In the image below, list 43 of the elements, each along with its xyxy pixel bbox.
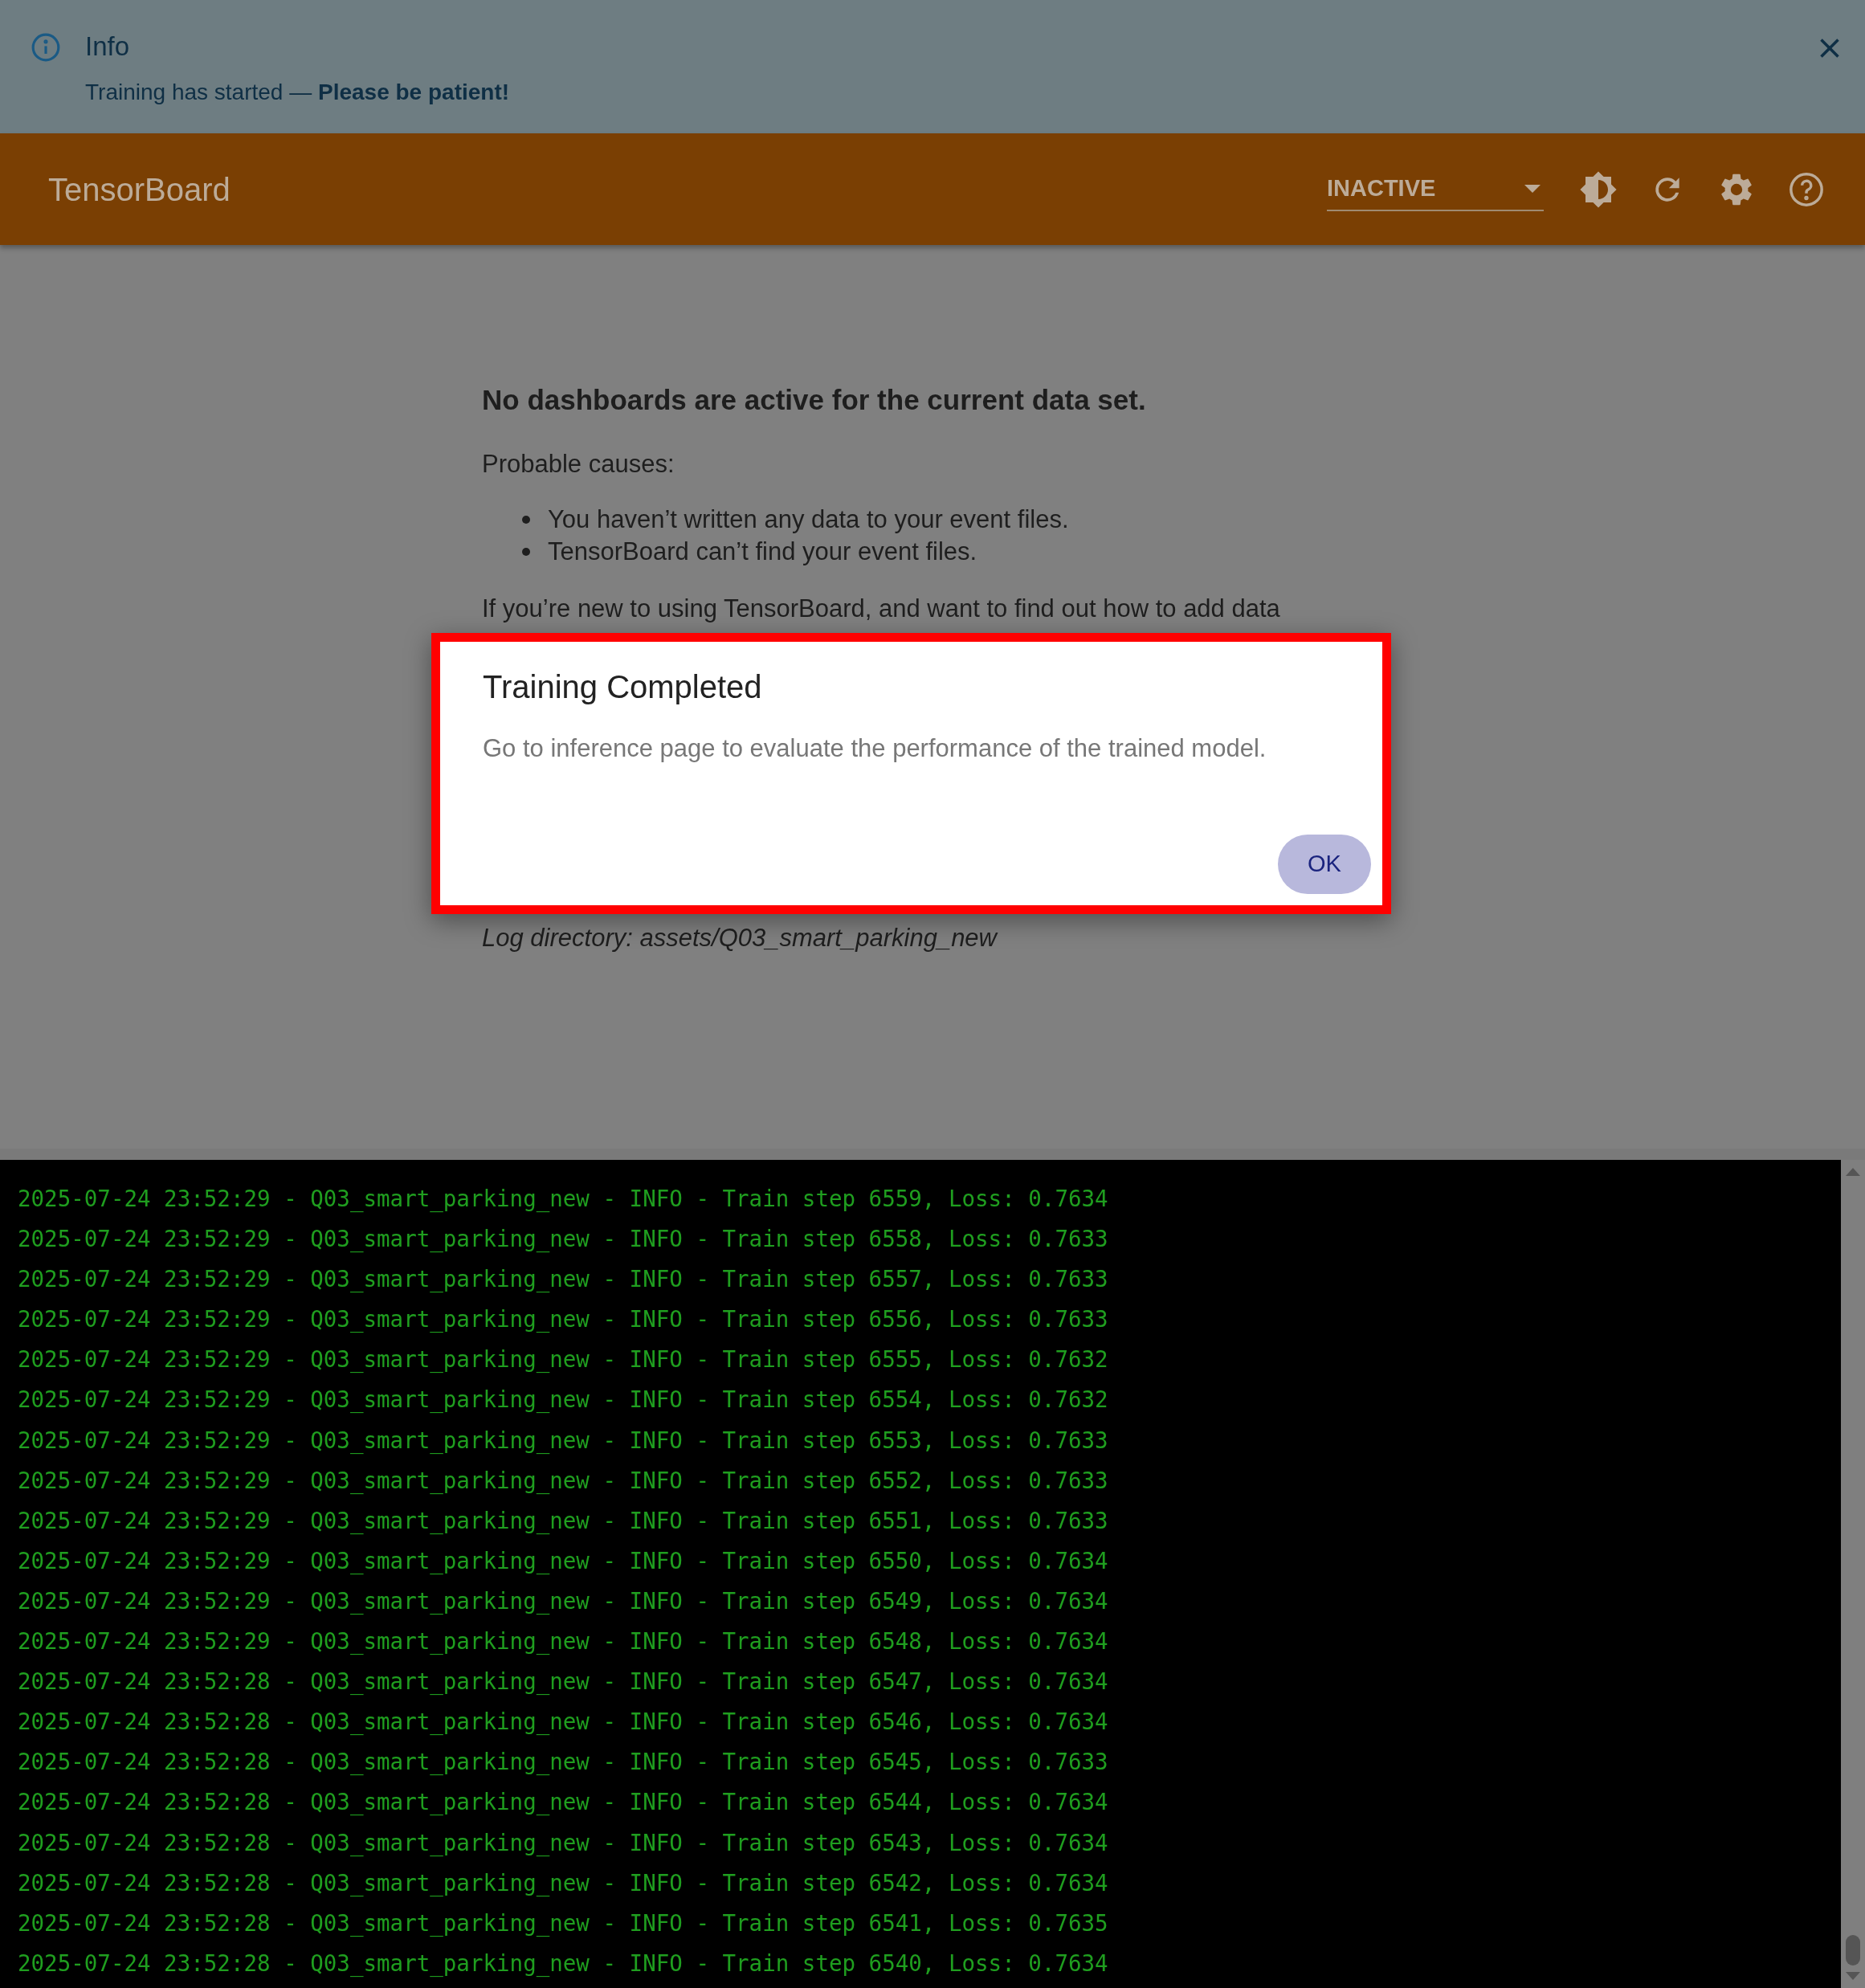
- log-line: 2025-07-24 23:52:28 - Q03_smart_parking_new - INFO - Train step 6540, Loss: 0.7634: [18, 1949, 1109, 1978]
- ok-button[interactable]: OK: [1278, 835, 1371, 894]
- log-line: 2025-07-24 23:52:28 - Q03_smart_parking_new - INFO - Train step 6547, Loss: 0.7634: [18, 1668, 1109, 1696]
- scrollbar-thumb[interactable]: [1846, 1935, 1860, 1966]
- scroll-up-icon[interactable]: [1846, 1168, 1860, 1176]
- help-text: If you’re new to using TensorBoard, and want to find out how to add data: [482, 594, 1281, 624]
- log-line: 2025-07-24 23:52:29 - Q03_smart_parking_new - INFO - Train step 6553, Loss: 0.7633: [18, 1426, 1109, 1455]
- dialog-title: Training Completed: [483, 668, 763, 706]
- log-line: 2025-07-24 23:52:29 - Q03_smart_parking_new - INFO - Train step 6556, Loss: 0.7633: [18, 1305, 1109, 1334]
- log-line: 2025-07-24 23:52:29 - Q03_smart_parking_new - INFO - Train step 6558, Loss: 0.7633: [18, 1225, 1109, 1254]
- empty-state-heading: No dashboards are active for the current data set.: [482, 383, 1147, 417]
- log-line: 2025-07-24 23:52:29 - Q03_smart_parking_new - INFO - Train step 6552, Loss: 0.7633: [18, 1466, 1109, 1496]
- log-line: 2025-07-24 23:52:28 - Q03_smart_parking_new - INFO - Train step 6541, Loss: 0.7635: [18, 1908, 1109, 1938]
- dashboard-select[interactable]: INACTIVE: [1327, 167, 1544, 211]
- log-line: 2025-07-24 23:52:29 - Q03_smart_parking_new - INFO - Train step 6549, Loss: 0.7634: [18, 1586, 1109, 1616]
- info-message: Training has started — Please be patient!: [85, 79, 511, 106]
- info-title: Info: [85, 31, 131, 63]
- cause-text: You haven’t written any data to your event files.: [548, 504, 1069, 535]
- help-icon[interactable]: [1788, 170, 1825, 208]
- log-directory: Log directory: assets/Q03_smart_parking_new: [482, 923, 999, 953]
- dialog-message: Go to inference page to evaluate the performance of the trained model.: [483, 733, 1267, 764]
- caret-icon: [1524, 184, 1541, 193]
- bullet-icon: [522, 548, 530, 556]
- scroll-down-icon[interactable]: [1846, 1972, 1860, 1980]
- log-line: 2025-07-24 23:52:28 - Q03_smart_parking_new - INFO - Train step 6542, Loss: 0.7634: [18, 1868, 1109, 1898]
- log-line: 2025-07-24 23:52:29 - Q03_smart_parking_new - INFO - Train step 6559, Loss: 0.7634: [18, 1185, 1109, 1214]
- log-line: 2025-07-24 23:52:29 - Q03_smart_parking_new - INFO - Train step 6550, Loss: 0.7634: [18, 1546, 1109, 1576]
- log-line: 2025-07-24 23:52:29 - Q03_smart_parking_new - INFO - Train step 6548, Loss: 0.7634: [18, 1627, 1109, 1656]
- info-icon: [31, 32, 61, 63]
- log-line: 2025-07-24 23:52:29 - Q03_smart_parking_new - INFO - Train step 6555, Loss: 0.7632: [18, 1345, 1109, 1374]
- log-line: 2025-07-24 23:52:28 - Q03_smart_parking_new - INFO - Train step 6544, Loss: 0.7634: [18, 1788, 1109, 1817]
- cause-text: TensorBoard can’t find your event files.: [548, 537, 977, 567]
- bullet-icon: [522, 516, 530, 524]
- log-line: 2025-07-24 23:52:28 - Q03_smart_parking_new - INFO - Train step 6545, Loss: 0.7633: [18, 1748, 1109, 1777]
- log-line: 2025-07-24 23:52:29 - Q03_smart_parking_new - INFO - Train step 6551, Loss: 0.7633: [18, 1506, 1109, 1536]
- app-title: TensorBoard: [48, 170, 231, 209]
- log-line: 2025-07-24 23:52:28 - Q03_smart_parking_new - INFO - Train step 6546, Loss: 0.7634: [18, 1708, 1109, 1737]
- log-line: 2025-07-24 23:52:29 - Q03_smart_parking_new - INFO - Train step 6557, Loss: 0.7633: [18, 1265, 1109, 1294]
- brightness-icon[interactable]: [1579, 169, 1618, 209]
- log-line: 2025-07-24 23:52:28 - Q03_smart_parking_new - INFO - Train step 6543, Loss: 0.7634: [18, 1828, 1109, 1858]
- close-icon[interactable]: [1818, 37, 1841, 59]
- causes-label: Probable causes:: [482, 449, 675, 480]
- log-line: 2025-07-24 23:52:29 - Q03_smart_parking_new - INFO - Train step 6554, Loss: 0.7632: [18, 1386, 1109, 1414]
